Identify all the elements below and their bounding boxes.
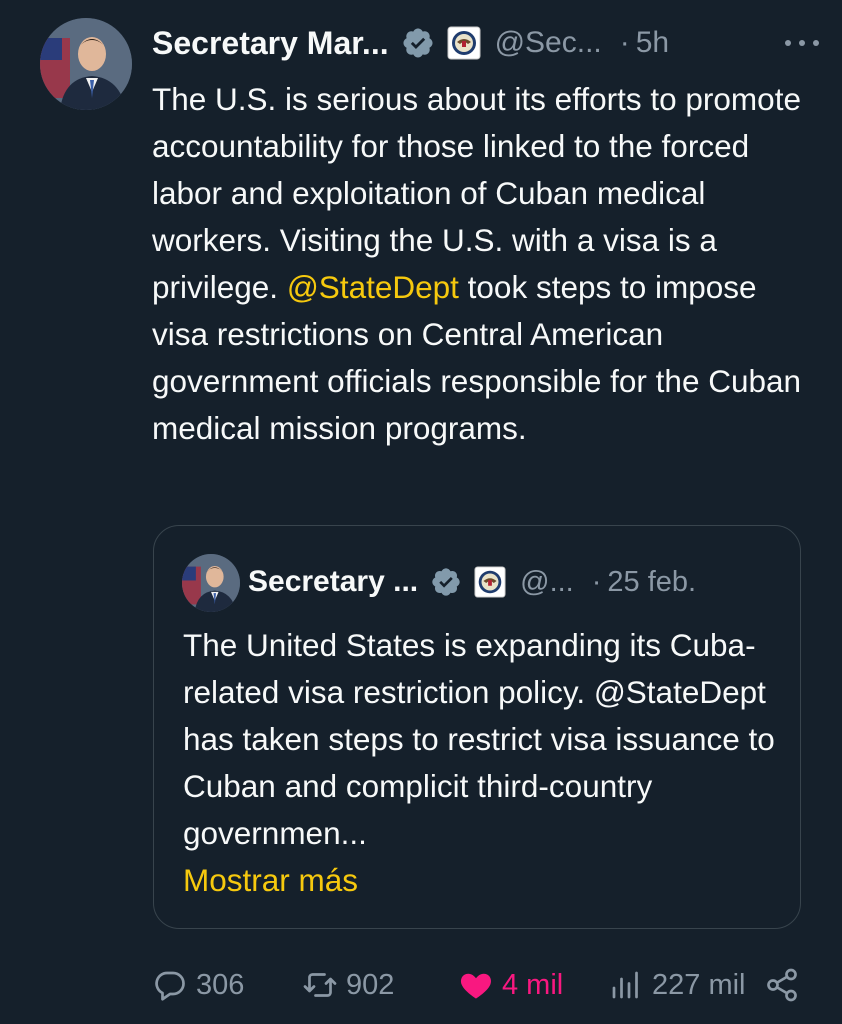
- views-count: 227 mil: [652, 968, 746, 1001]
- author-handle[interactable]: @Sec...: [495, 26, 602, 60]
- state-department-seal-icon: [447, 26, 481, 60]
- quoted-tweet-header: Secretary ... @... · 25 feb.: [248, 560, 782, 604]
- heart-icon: [460, 973, 492, 999]
- separator-dot: ·: [591, 565, 602, 598]
- repost-icon: [303, 973, 337, 997]
- verified-badge-icon: [403, 28, 433, 58]
- tweet-text: The U.S. is serious about its efforts to…: [152, 76, 820, 452]
- tweet-header: Secretary Mar... @Sec... · 5h: [152, 20, 822, 66]
- tweet-time[interactable]: 5h: [636, 26, 669, 60]
- like-button[interactable]: 4 mil: [458, 958, 563, 1012]
- share-button[interactable]: [764, 958, 800, 1012]
- quoted-tweet-card[interactable]: Secretary ... @... · 25 feb. The United …: [153, 525, 801, 929]
- like-count: 4 mil: [502, 968, 564, 1001]
- views-button[interactable]: 227 mil: [608, 958, 746, 1012]
- author-avatar[interactable]: [40, 18, 132, 110]
- author-name[interactable]: Secretary Mar...: [152, 25, 389, 62]
- more-options-icon[interactable]: [782, 33, 822, 53]
- separator-dot: ·: [619, 26, 630, 59]
- state-department-seal-icon: [474, 566, 506, 598]
- views-chart-icon: [612, 971, 638, 999]
- quoted-author-handle[interactable]: @...: [520, 566, 574, 599]
- repost-button[interactable]: 902: [302, 958, 394, 1012]
- reply-count: 306: [196, 968, 245, 1001]
- share-icon: [767, 968, 797, 1002]
- reply-icon: [155, 971, 185, 1001]
- quoted-tweet-date[interactable]: 25 feb.: [607, 566, 696, 599]
- repost-count: 902: [346, 968, 395, 1001]
- quoted-author-avatar[interactable]: [182, 554, 240, 612]
- show-more-link[interactable]: Mostrar más: [183, 857, 793, 904]
- reply-button[interactable]: 306: [152, 958, 244, 1012]
- quoted-author-name[interactable]: Secretary ...: [248, 565, 418, 599]
- tweet-actions-bar: 306 902 4 mil 227 mil: [152, 958, 824, 1012]
- quoted-tweet-text: The United States is expanding its Cuba-…: [183, 627, 775, 851]
- quoted-tweet-text-block: The United States is expanding its Cuba-…: [183, 622, 793, 904]
- verified-badge-icon: [432, 568, 460, 596]
- mention-link[interactable]: @StateDept: [287, 269, 459, 305]
